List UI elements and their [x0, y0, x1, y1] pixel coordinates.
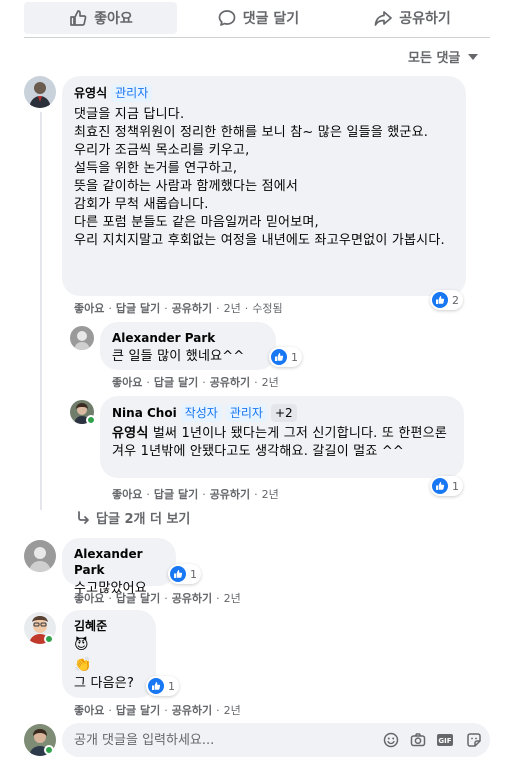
- reaction-count[interactable]: 1: [430, 476, 463, 496]
- reply-arrow-icon: [78, 510, 89, 524]
- thread-line: [40, 112, 42, 510]
- share-button-label: 공유하기: [399, 11, 451, 27]
- comment-bubble: Nina Choi 작성자 관리자 +2 유영식 벌써 1년이나 됐다는게 그저…: [100, 396, 464, 478]
- avatar[interactable]: [70, 326, 94, 350]
- comment-button-label: 댓글 달기: [242, 11, 300, 27]
- admin-badge: 관리자: [225, 404, 267, 422]
- comment-like-link[interactable]: 좋아요: [112, 486, 142, 502]
- clapping-emoji: 👏: [74, 657, 92, 673]
- gif-icon[interactable]: GIF: [436, 731, 454, 749]
- like-reaction-icon: [170, 566, 186, 582]
- comment-text: 유영식 벌써 1년이나 됐다는게 그저 신기합니다. 또 한편으론 겨우 1년밖…: [112, 426, 447, 459]
- like-reaction-icon: [271, 349, 287, 365]
- comment-share-link[interactable]: 공유하기: [210, 486, 250, 502]
- comment-text: 그 다음은?: [74, 676, 135, 691]
- reaction-count[interactable]: 1: [146, 676, 179, 696]
- comment-icon: [218, 10, 236, 26]
- comment-like-link[interactable]: 좋아요: [74, 702, 104, 718]
- comment-age[interactable]: 2년: [224, 590, 241, 606]
- comment-author[interactable]: 유영식: [74, 85, 107, 101]
- comment-input[interactable]: [74, 723, 374, 757]
- comment-button[interactable]: 댓글 달기: [188, 2, 328, 34]
- comment-composer: GIF: [62, 723, 490, 757]
- like-button[interactable]: 좋아요: [24, 2, 177, 34]
- comment-reply-link[interactable]: 답글 달기: [154, 374, 198, 390]
- avatar[interactable]: [24, 76, 56, 108]
- comment-author[interactable]: 김혜준: [74, 618, 107, 634]
- like-reaction-icon: [432, 292, 448, 308]
- mention-link[interactable]: 유영식: [112, 426, 148, 441]
- share-icon: [374, 11, 393, 26]
- admin-badge: 관리자: [111, 84, 153, 102]
- avatar[interactable]: [24, 540, 56, 572]
- svg-text:GIF: GIF: [438, 737, 451, 745]
- reaction-count[interactable]: 2: [430, 290, 463, 310]
- comment-actions: 좋아요 · 답글 달기 · 공유하기 · 2년: [112, 486, 279, 502]
- like-reaction-icon: [148, 678, 164, 694]
- like-reaction-icon: [432, 478, 448, 494]
- comment-sort-dropdown[interactable]: 모든 댓글: [408, 47, 479, 66]
- emoji-icon[interactable]: [382, 731, 400, 749]
- like-button-label: 좋아요: [94, 11, 133, 27]
- comment-reply-link[interactable]: 답글 달기: [116, 300, 160, 316]
- comment-like-link[interactable]: 좋아요: [112, 374, 142, 390]
- comment-like-link[interactable]: 좋아요: [74, 300, 104, 316]
- comment-actions: 좋아요 · 답글 달기 · 공유하기 · 2년: [74, 702, 241, 718]
- comment-actions: 좋아요 · 답글 달기 · 공유하기 · 2년: [74, 590, 241, 606]
- comment-age[interactable]: 2년: [224, 702, 241, 718]
- caret-down-icon: [468, 54, 479, 60]
- comment-reply-link[interactable]: 답글 달기: [154, 486, 198, 502]
- devil-emoji: 😈: [74, 637, 89, 653]
- sticker-icon[interactable]: [465, 731, 483, 749]
- sort-label: 모든 댓글: [408, 51, 461, 66]
- comment-share-link[interactable]: 공유하기: [172, 590, 212, 606]
- comment-share-link[interactable]: 공유하기: [210, 374, 250, 390]
- comment-like-link[interactable]: 좋아요: [74, 590, 104, 606]
- comment-age[interactable]: 2년: [224, 300, 241, 316]
- comment-author[interactable]: Alexander Park: [112, 330, 215, 346]
- comment-age[interactable]: 2년: [262, 374, 279, 390]
- more-badges[interactable]: +2: [270, 404, 297, 422]
- view-more-replies[interactable]: 답글 2개 더 보기: [76, 508, 190, 527]
- camera-icon[interactable]: [409, 731, 427, 749]
- online-status-dot: [44, 634, 54, 644]
- comment-age[interactable]: 2년: [262, 486, 279, 502]
- online-status-dot: [44, 745, 54, 755]
- comment-share-link[interactable]: 공유하기: [172, 300, 212, 316]
- reaction-count[interactable]: 1: [269, 347, 302, 367]
- comment-share-link[interactable]: 공유하기: [172, 702, 212, 718]
- comment-author[interactable]: Alexander Park: [74, 546, 164, 578]
- comment-bubble: 김혜준 😈 👏 그 다음은?: [62, 610, 156, 698]
- author-badge: 작성자: [180, 404, 222, 422]
- comment-bubble: Alexander Park 수고많았어요: [62, 538, 176, 596]
- post-action-bar: 좋아요 댓글 달기 공유하기: [24, 0, 490, 36]
- comment-reply-link[interactable]: 답글 달기: [116, 702, 160, 718]
- comment-actions: 좋아요 · 답글 달기 · 공유하기 · 2년 · 수정됨: [74, 300, 283, 316]
- edited-label: 수정됨: [252, 302, 283, 315]
- comment-text: 댓글을 지금 답니다. 최효진 정책위원이 정리한 한해를 보니 참~ 많은 일…: [74, 107, 445, 248]
- online-status-dot: [86, 415, 96, 425]
- comment-author[interactable]: Nina Choi: [112, 405, 177, 421]
- comment-bubble: 유영식 관리자 댓글을 지금 답니다. 최효진 정책위원이 정리한 한해를 보니…: [62, 76, 466, 296]
- comment-text: 큰 일들 많이 했네요^^: [112, 349, 245, 364]
- comment-bubble: Alexander Park 큰 일들 많이 했네요^^: [100, 322, 276, 370]
- like-icon: [70, 10, 87, 26]
- comment-actions: 좋아요 · 답글 달기 · 공유하기 · 2년: [112, 374, 279, 390]
- share-button[interactable]: 공유하기: [342, 2, 482, 34]
- comment-reply-link[interactable]: 답글 달기: [116, 590, 160, 606]
- divider: [24, 37, 490, 38]
- reaction-count[interactable]: 1: [168, 564, 201, 584]
